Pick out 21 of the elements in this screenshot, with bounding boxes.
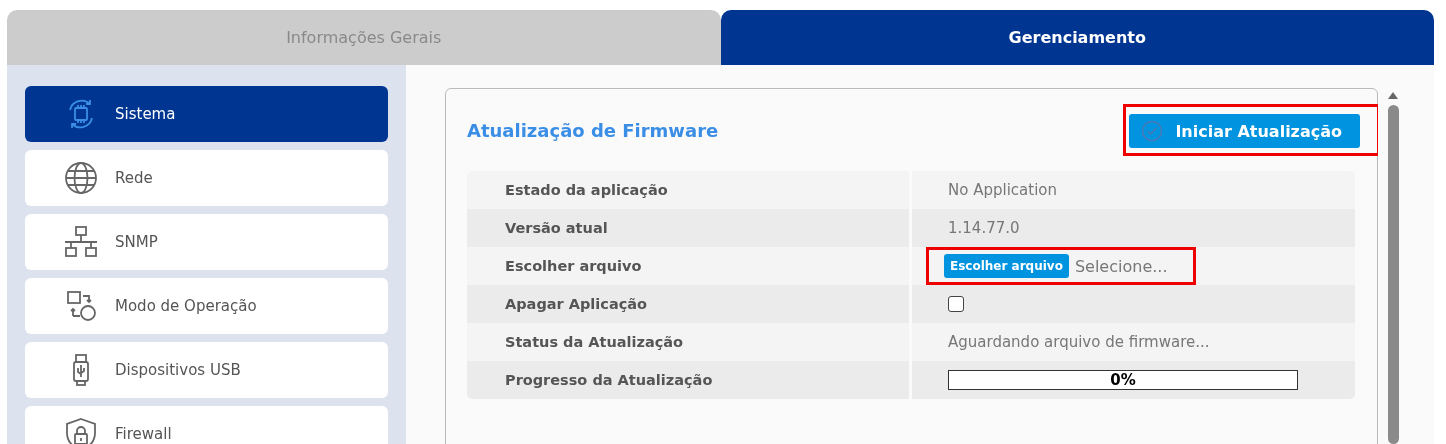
- sidebar-item[interactable]: Sistema: [25, 86, 388, 142]
- shield-lock-icon: [63, 416, 99, 444]
- field-value: Aguardando arquivo de firmware...: [947, 332, 1211, 353]
- tab[interactable]: Gerenciamento: [720, 10, 1434, 65]
- check-circle-icon: [1141, 120, 1164, 142]
- field-value: No Application: [947, 180, 1058, 201]
- scrollbar-thumb[interactable]: [1387, 105, 1399, 444]
- sidebar-item[interactable]: Dispositivos USB: [25, 342, 388, 398]
- field-label: Progresso da Atualização: [467, 361, 912, 399]
- checkbox[interactable]: [948, 296, 964, 312]
- sidebar-item[interactable]: Modo de Operação: [25, 278, 388, 334]
- network-icon: [63, 224, 99, 260]
- file-name-field[interactable]: Selecione...: [1074, 256, 1168, 276]
- field-value: 1.14.77.0: [947, 218, 1021, 239]
- progress-text: 0%: [1110, 371, 1136, 389]
- scroll-up-icon[interactable]: [1388, 92, 1398, 99]
- sidebar-item[interactable]: Rede: [25, 150, 388, 206]
- sidebar-item[interactable]: SNMP: [25, 214, 388, 270]
- sidebar-item[interactable]: Firewall: [25, 406, 388, 444]
- card-title: Atualização de Firmware: [467, 119, 719, 141]
- globe-icon: [63, 160, 99, 196]
